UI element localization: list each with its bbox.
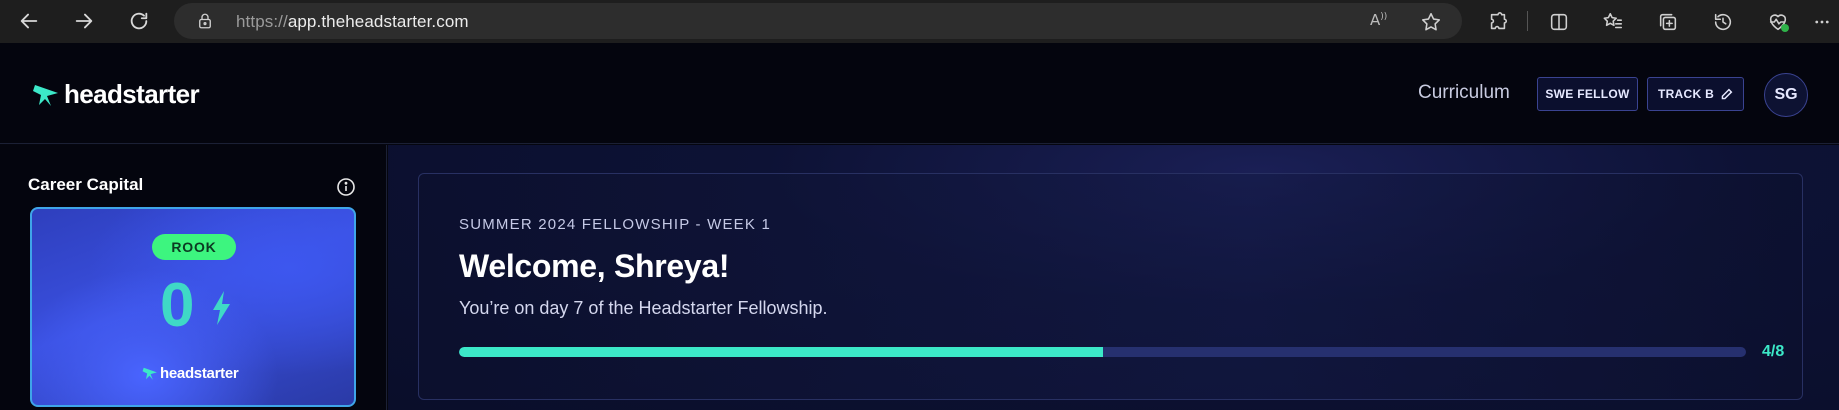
favorite-button[interactable] (1420, 11, 1442, 33)
lightning-bolt-icon (210, 291, 232, 325)
more-horizontal-icon (1815, 20, 1829, 24)
sidebar: Career Capital ROOK 0 headstarter (0, 145, 387, 410)
curriculum-link[interactable]: Curriculum (1418, 82, 1510, 104)
star-icon (1421, 12, 1441, 31)
forward-button[interactable] (70, 7, 98, 35)
split-screen-icon (1550, 13, 1568, 31)
track-button[interactable]: TRACK B (1647, 77, 1744, 111)
extensions-button[interactable] (1486, 10, 1510, 34)
fellowship-week-label: SUMMER 2024 FELLOWSHIP - WEEK 1 (459, 216, 771, 233)
collections-icon (1659, 13, 1677, 31)
favorites-button[interactable] (1601, 10, 1625, 34)
avatar[interactable]: SG (1764, 73, 1808, 117)
swe-fellow-button[interactable]: SWE FELLOW (1537, 77, 1638, 111)
split-screen-button[interactable] (1547, 10, 1571, 34)
url-host: app.theheadstarter.com (287, 12, 469, 31)
arrow-right-icon (75, 13, 93, 29)
career-capital-title: Career Capital (28, 175, 144, 194)
read-aloud-button[interactable]: A)) (1370, 11, 1392, 33)
card-logo-text: headstarter (160, 365, 239, 382)
collections-button[interactable] (1656, 10, 1680, 34)
toolbar-divider (1527, 11, 1528, 31)
main-content: SUMMER 2024 FELLOWSHIP - WEEK 1 Welcome,… (388, 145, 1839, 410)
rank-badge: ROOK (152, 234, 236, 260)
info-icon[interactable] (336, 177, 356, 197)
app-header: headstarter Curriculum SWE FELLOW TRACK … (0, 43, 1839, 144)
address-bar[interactable]: https://app.theheadstarter.com A)) (174, 3, 1462, 39)
card-logo: headstarter (142, 365, 239, 382)
history-button[interactable] (1711, 10, 1735, 34)
rank-label: ROOK (171, 239, 217, 255)
favorites-list-icon (1603, 12, 1623, 29)
arrow-left-icon (20, 13, 38, 29)
back-button[interactable] (15, 7, 43, 35)
history-icon (1714, 13, 1732, 31)
url-protocol: https:// (236, 12, 288, 31)
more-options-button[interactable] (1810, 10, 1834, 34)
progress-label: 4/8 (1762, 343, 1785, 360)
refresh-icon (130, 12, 148, 30)
refresh-button[interactable] (125, 7, 153, 35)
read-aloud-icon: A)) (1370, 11, 1388, 29)
logo-star-icon (142, 367, 157, 380)
headstarter-logo[interactable]: headstarter (32, 79, 200, 110)
browser-essentials-button[interactable] (1766, 10, 1790, 34)
day-progress-text: You’re on day 7 of the Headstarter Fello… (459, 298, 828, 318)
progress-bar (459, 347, 1746, 357)
welcome-title: Welcome, Shreya! (459, 248, 730, 284)
career-capital-card[interactable]: ROOK 0 headstarter (30, 207, 356, 407)
lock-icon (196, 12, 214, 30)
swe-fellow-label: SWE FELLOW (1545, 87, 1630, 101)
track-label: TRACK B (1657, 87, 1715, 101)
app-root: headstarter Curriculum SWE FELLOW TRACK … (0, 43, 1839, 410)
career-capital-value: 0 (160, 271, 195, 340)
puzzle-icon (1490, 12, 1508, 30)
logo-star-icon (33, 84, 58, 106)
progress-fill (459, 347, 1103, 357)
welcome-card: SUMMER 2024 FELLOWSHIP - WEEK 1 Welcome,… (418, 173, 1803, 400)
browser-toolbar: https://app.theheadstarter.com A)) (0, 0, 1839, 43)
logo-text: headstarter (64, 79, 200, 109)
pencil-icon (1721, 88, 1733, 99)
url-text[interactable]: https://app.theheadstarter.com (236, 12, 469, 32)
status-dot-icon (1781, 24, 1789, 32)
avatar-initials: SG (1774, 86, 1798, 103)
